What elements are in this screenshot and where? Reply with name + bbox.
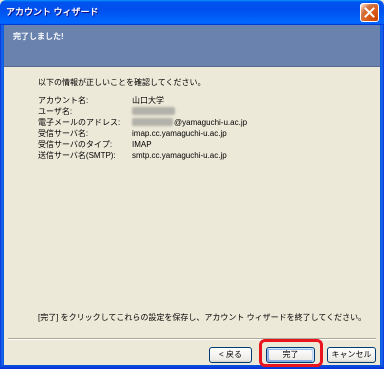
email-domain: @yamaguchi-u.ac.jp <box>174 118 248 127</box>
email-value: @yamaguchi-u.ac.jp <box>132 117 247 128</box>
user-name-value <box>132 106 175 117</box>
window-frame-left <box>0 25 4 369</box>
summary-row-outgoing-server: 送信サーバ名(SMTP): smtp.cc.yamaguchi-u.ac.jp <box>38 150 247 161</box>
window-title: アカウント ウィザード <box>6 7 99 17</box>
finish-instruction: [完了] をクリックしてこれらの設定を保存し、アカウント ウィザードを終了してく… <box>38 313 367 322</box>
incoming-server-label: 受信サーバ名: <box>38 129 89 138</box>
account-name-label: アカウント名: <box>38 96 89 105</box>
incoming-type-label: 受信サーバのタイプ: <box>38 140 113 149</box>
summary-row-incoming-server: 受信サーバ名: imap.cc.yamaguchi-u.ac.jp <box>38 128 247 139</box>
summary-row-account-name: アカウント名: 山口大学 <box>38 95 247 106</box>
cancel-button[interactable]: キャンセル <box>327 347 376 363</box>
window-frame-right <box>380 25 384 369</box>
account-name-value: 山口大学 <box>132 96 164 105</box>
summary-row-user-name: ユーザ名: <box>38 106 247 117</box>
wizard-page-title: 完了しました! <box>13 32 64 41</box>
intro-text: 以下の情報が正しいことを確認してください。 <box>38 78 206 87</box>
incoming-server-value: imap.cc.yamaguchi-u.ac.jp <box>132 129 227 138</box>
redacted-email-local-part <box>132 118 173 126</box>
back-button[interactable]: < 戻る <box>209 347 252 363</box>
close-icon <box>364 7 375 18</box>
account-summary: アカウント名: 山口大学 ユーザ名: 電子メールのアドレス: @yamaguch… <box>38 95 247 161</box>
button-separator <box>8 338 376 340</box>
finish-button[interactable]: 完了 <box>266 347 315 363</box>
user-name-label: ユーザ名: <box>38 107 73 116</box>
incoming-type-value: IMAP <box>132 140 152 149</box>
redacted-user-name <box>132 107 175 115</box>
outgoing-server-value: smtp.cc.yamaguchi-u.ac.jp <box>132 151 227 160</box>
account-wizard-window: アカウント ウィザード 完了しました! 以下の情報が正しいことを確認してください… <box>0 0 384 369</box>
summary-row-email: 電子メールのアドレス: @yamaguchi-u.ac.jp <box>38 117 247 128</box>
outgoing-server-label: 送信サーバ名(SMTP): <box>38 151 116 160</box>
email-label: 電子メールのアドレス: <box>38 118 121 127</box>
close-button[interactable] <box>360 3 379 22</box>
window-frame-bottom <box>0 365 384 369</box>
summary-row-incoming-type: 受信サーバのタイプ: IMAP <box>38 139 247 150</box>
